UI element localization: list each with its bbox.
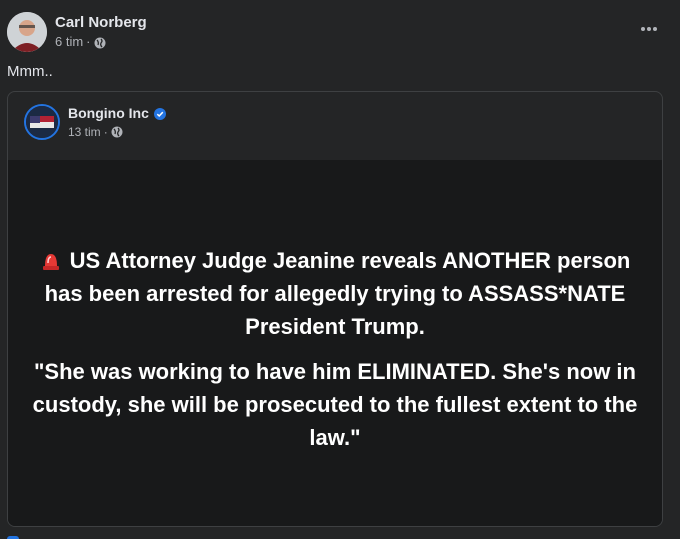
- shared-post-header: Bongino Inc 13 tim ·: [24, 104, 166, 140]
- quote-text: "She was working to have him ELIMINATED.…: [32, 359, 638, 450]
- post-timestamp[interactable]: 6 tim: [55, 33, 83, 51]
- author-name[interactable]: Carl Norberg: [55, 13, 147, 32]
- author-avatar[interactable]: [7, 12, 47, 52]
- page-name[interactable]: Bongino Inc: [68, 104, 149, 122]
- shared-post[interactable]: Bongino Inc 13 tim · US Attorney Judge J…: [7, 91, 663, 527]
- post-meta: Carl Norberg 6 tim ·: [55, 13, 147, 51]
- post-time-row: 6 tim ·: [55, 33, 147, 51]
- separator-dot: ·: [103, 125, 108, 139]
- siren-icon: [40, 247, 62, 270]
- shared-time-row: 13 tim ·: [68, 124, 166, 140]
- globe-icon[interactable]: [111, 126, 123, 138]
- globe-icon[interactable]: [94, 36, 106, 49]
- shared-post-meta: Bongino Inc 13 tim ·: [68, 104, 166, 140]
- page-avatar[interactable]: [24, 104, 60, 140]
- post-header: Carl Norberg 6 tim ·: [7, 12, 147, 52]
- text-post-background: US Attorney Judge Jeanine reveals ANOTHE…: [8, 160, 662, 526]
- shared-timestamp[interactable]: 13 tim: [68, 124, 101, 140]
- more-options-icon: [641, 27, 657, 31]
- verified-badge-icon: [153, 107, 166, 120]
- text-post-content: US Attorney Judge Jeanine reveals ANOTHE…: [28, 244, 642, 466]
- headline-text: US Attorney Judge Jeanine reveals ANOTHE…: [44, 248, 631, 339]
- page-name-row: Bongino Inc: [68, 104, 166, 122]
- more-options-button[interactable]: [636, 16, 662, 42]
- post-caption: Mmm..: [7, 63, 53, 80]
- separator-dot: ·: [86, 34, 91, 49]
- headline-paragraph: US Attorney Judge Jeanine reveals ANOTHE…: [28, 244, 642, 343]
- facebook-post: Carl Norberg 6 tim · Mmm.. Bongino Inc 1…: [0, 0, 680, 539]
